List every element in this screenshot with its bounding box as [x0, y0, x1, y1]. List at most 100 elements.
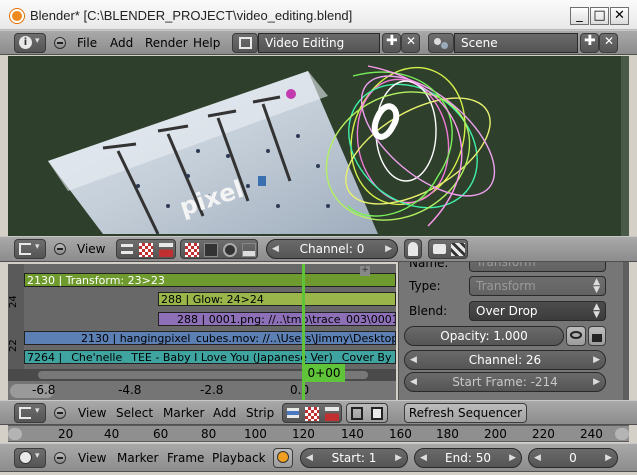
menu-file[interactable]: File: [77, 36, 97, 50]
screen-layout-icon-button[interactable]: [232, 33, 258, 53]
scale-tick: -6.8: [32, 383, 56, 397]
ruler-scroll-right[interactable]: [615, 428, 629, 440]
decrement-arrow-icon[interactable]: ◀: [534, 449, 541, 467]
display-mode-buttons[interactable]: [180, 239, 258, 259]
preview-channel-label: Channel: 0: [299, 242, 365, 256]
maximize-button[interactable]: □: [590, 7, 609, 25]
increment-arrow-icon[interactable]: ▶: [395, 449, 402, 467]
menu-frame[interactable]: Frame: [167, 451, 204, 465]
copy-paste-buttons[interactable]: [346, 403, 388, 423]
menu-view[interactable]: View: [78, 406, 106, 420]
menu-help[interactable]: Help: [193, 36, 220, 50]
strip-name-field[interactable]: Transform: [469, 262, 606, 272]
collapse-menus-icon[interactable]: [54, 37, 66, 49]
current-frame-value: 0: [569, 451, 577, 465]
add-screen-button[interactable]: ✚: [382, 33, 401, 53]
increment-arrow-icon[interactable]: ▶: [605, 449, 612, 467]
add-scene-button[interactable]: ✚: [580, 33, 599, 53]
sequencer-scale-bar: -6.8 -4.8 -2.8 0.0: [8, 381, 396, 400]
strip-transform[interactable]: 2130 | Transform: 23>23: [24, 273, 396, 287]
strip-sound[interactable]: 7264 | _Che'nelle_ TEE - Baby I Love You…: [24, 350, 396, 364]
editor-type-timeline-button[interactable]: ▾: [14, 448, 46, 468]
close-button[interactable]: ✕: [610, 7, 629, 25]
collapse-menus-icon[interactable]: [54, 243, 66, 255]
menu-strip[interactable]: Strip: [246, 406, 274, 420]
x-icon: ✕: [406, 34, 417, 48]
collapse-menus-icon[interactable]: [54, 407, 66, 419]
editor-type-sequencer-button-2[interactable]: ▾: [14, 403, 46, 423]
updown-arrows-icon: ▲ ▼: [593, 277, 600, 295]
scene-field[interactable]: Scene: [454, 33, 578, 53]
screen-layout-field[interactable]: Video Editing: [258, 33, 380, 53]
scene-icon-button[interactable]: [428, 33, 454, 53]
type-label: Type:: [409, 279, 441, 293]
blend-mode-value: Over Drop: [476, 304, 538, 318]
preview-range-toggle[interactable]: [273, 448, 293, 468]
opacity-slider[interactable]: Opacity: 1.000: [404, 326, 564, 346]
timeline-tick: 20: [58, 427, 74, 441]
menu-marker[interactable]: Marker: [117, 451, 158, 465]
lock-toggle[interactable]: [588, 326, 606, 346]
start-frame-range-field[interactable]: ◀ Start: 1 ▶: [300, 448, 408, 468]
increment-arrow-icon[interactable]: ▶: [593, 351, 600, 369]
increment-arrow-icon[interactable]: ▶: [509, 449, 516, 467]
menu-select[interactable]: Select: [116, 406, 153, 420]
current-frame-field[interactable]: ◀ 0 ▶: [528, 448, 618, 468]
menu-view[interactable]: View: [78, 451, 106, 465]
remove-screen-button[interactable]: ✕: [401, 33, 420, 53]
minimize-button[interactable]: _: [570, 7, 589, 25]
decrement-arrow-icon[interactable]: ◀: [410, 373, 417, 391]
mute-toggle[interactable]: [566, 326, 586, 346]
histogram-icon: [242, 243, 256, 257]
decrement-arrow-icon[interactable]: ◀: [410, 351, 417, 369]
preview-channel-field[interactable]: ◀ Channel: 0 ▶: [266, 239, 398, 259]
decrement-arrow-icon[interactable]: ◀: [420, 449, 427, 467]
remove-scene-button[interactable]: ✕: [599, 33, 618, 53]
camera-icon: [433, 244, 446, 254]
view-type-buttons[interactable]: [116, 239, 176, 259]
properties-scrollbar[interactable]: [623, 262, 629, 400]
end-frame-range-field[interactable]: ◀ End: 50 ▶: [414, 448, 522, 468]
menu-add[interactable]: Add: [213, 406, 236, 420]
view-type-buttons-2[interactable]: [282, 403, 342, 423]
editor-type-sequencer-button[interactable]: ▾: [14, 239, 46, 259]
timeline-tick: 100: [244, 427, 267, 441]
strip-movie[interactable]: 2130 | hangingpixel_cubes.mov: //..\User…: [24, 331, 396, 345]
menu-render[interactable]: Render: [145, 36, 188, 50]
current-frame-indicator: 0+00: [303, 364, 345, 382]
sequencer-preview[interactable]: pixel: [8, 56, 629, 236]
timeline-ruler[interactable]: 20 40 60 80 100 120 140 160 180 200 220 …: [8, 425, 629, 442]
sequencer-view-icon: [121, 244, 133, 254]
increment-arrow-icon[interactable]: ▶: [593, 373, 600, 391]
menu-marker[interactable]: Marker: [163, 406, 204, 420]
strip-glow[interactable]: 288 | Glow: 24>24: [158, 292, 396, 306]
window-titlebar: Blender* [C:\BLENDER_PROJECT\video_editi…: [0, 0, 637, 30]
chevron-down-icon: ▾: [35, 242, 40, 252]
start-value: Start: 1: [331, 451, 377, 465]
decrement-arrow-icon[interactable]: ◀: [272, 240, 279, 258]
preview-vertical-scrollbar[interactable]: [621, 56, 629, 236]
refresh-sequencer-button[interactable]: Refresh Sequencer: [404, 403, 527, 423]
decrement-arrow-icon[interactable]: ◀: [306, 449, 313, 467]
menu-add[interactable]: Add: [110, 36, 133, 50]
end-value: End: 50: [445, 451, 491, 465]
editor-type-info-button[interactable]: i ▾: [14, 33, 46, 53]
menu-playback[interactable]: Playback: [212, 451, 266, 465]
luma-waveform-icon: [204, 243, 218, 257]
preview-view-icon: [305, 407, 319, 421]
strip-type-dropdown[interactable]: Transform ▲ ▼: [469, 276, 606, 296]
timeline-tick: 140: [341, 427, 364, 441]
channel-field[interactable]: ◀ Channel: 26 ▶: [404, 350, 606, 370]
expand-panel-icon[interactable]: +: [360, 266, 370, 276]
blend-label: Blend:: [409, 304, 448, 318]
blend-mode-dropdown[interactable]: Over Drop ▲ ▼: [469, 301, 606, 321]
timeline-tick: 40: [104, 427, 120, 441]
strip-image[interactable]: 288 | 0001.png: //..\tmp\trace_003\0001.…: [158, 312, 396, 326]
ruler-scroll-left[interactable]: [8, 428, 22, 440]
ghost-toggle-button[interactable]: [404, 239, 422, 259]
menu-view[interactable]: View: [77, 242, 105, 256]
start-frame-field[interactable]: ◀ Start Frame: -214 ▶: [404, 372, 606, 392]
render-preview-buttons[interactable]: [428, 239, 468, 259]
increment-arrow-icon[interactable]: ▶: [385, 240, 392, 258]
collapse-menus-icon[interactable]: [54, 452, 66, 464]
